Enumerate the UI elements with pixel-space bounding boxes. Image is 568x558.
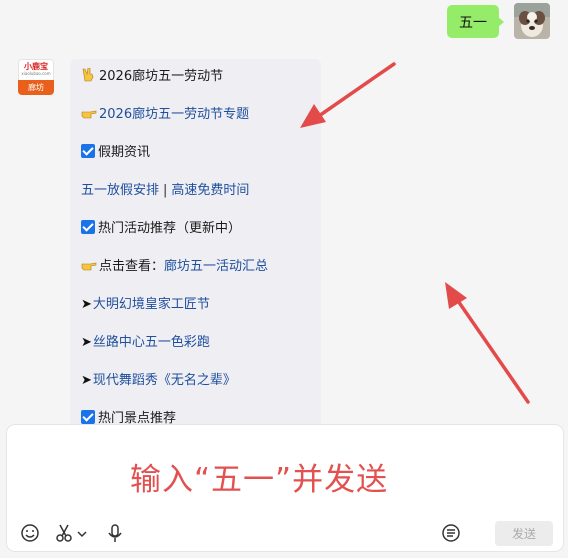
bot-avatar-site: xiaolubao.com xyxy=(21,71,51,76)
send-button[interactable]: 发送 xyxy=(495,521,553,546)
checkbox-icon xyxy=(81,144,95,158)
click-view-prefix: 点击查看： xyxy=(99,259,165,274)
bot-avatar[interactable]: 小鹿宝 xiaolubao.com 廊坊 xyxy=(18,59,54,95)
hot-spots-text: 热门景点推荐 xyxy=(98,411,177,426)
arrow-bullet-icon: ➤ xyxy=(81,297,92,312)
topic-link[interactable]: 2026廊坊五一劳动节专题 xyxy=(99,107,249,122)
activity-link-1[interactable]: 大明幻境皇家工匠节 xyxy=(93,297,210,312)
msg-hot-activities-line: 热门活动推荐（更新中） xyxy=(81,219,241,239)
link-separator: | xyxy=(163,183,168,198)
checkbox-icon xyxy=(81,220,95,234)
pointing-hand-icon xyxy=(81,262,97,271)
msg-click-view-line: 点击查看：廊坊五一活动汇总 xyxy=(81,257,268,277)
chevron-down-icon[interactable] xyxy=(75,522,89,544)
bot-message-bubble: 2026廊坊五一劳动节 2026廊坊五一劳动节专题 假期资讯 五一放假安排 | 高速… xyxy=(70,59,321,439)
msg-links-line: 五一放假安排 | 高速免费时间 xyxy=(81,181,249,201)
victory-hand-icon xyxy=(82,68,94,82)
holiday-schedule-link[interactable]: 五一放假安排 xyxy=(81,183,159,198)
user-avatar[interactable] xyxy=(514,3,550,39)
bot-avatar-city: 廊坊 xyxy=(18,80,54,95)
activities-summary-link[interactable]: 廊坊五一活动汇总 xyxy=(164,259,268,274)
scissors-icon[interactable] xyxy=(53,522,75,544)
hot-activities-text: 热门活动推荐（更新中） xyxy=(98,221,242,236)
msg-title-line: 2026廊坊五一劳动节 xyxy=(81,67,223,87)
arrow-bullet-icon: ➤ xyxy=(81,335,92,350)
bot-avatar-logo: 小鹿宝 xiaolubao.com xyxy=(18,59,54,79)
bot-avatar-brand: 小鹿宝 xyxy=(24,62,48,71)
arrow-annotation-bottom xyxy=(445,282,530,404)
msg-topic-line: 2026廊坊五一劳动节专题 xyxy=(81,105,249,125)
pointing-hand-icon xyxy=(81,110,97,119)
highway-free-link[interactable]: 高速免费时间 xyxy=(171,183,249,198)
activity-link-3[interactable]: 现代舞蹈秀《无名之辈》 xyxy=(93,373,236,388)
microphone-icon[interactable] xyxy=(104,522,126,544)
msg-title: 2026廊坊五一劳动节 xyxy=(99,69,224,84)
arrow-bullet-icon: ➤ xyxy=(81,373,92,388)
msg-item-3-line: ➤现代舞蹈秀《无名之辈》 xyxy=(81,371,236,391)
dog-photo-icon xyxy=(514,3,550,39)
activity-link-2[interactable]: 丝路中心五一色彩跑 xyxy=(93,335,210,350)
holiday-news-text: 假期资讯 xyxy=(98,145,151,160)
msg-item-2-line: ➤丝路中心五一色彩跑 xyxy=(81,333,210,353)
msg-item-1-line: ➤大明幻境皇家工匠节 xyxy=(81,295,210,315)
user-message-text: 五一 xyxy=(459,14,487,31)
message-composer[interactable]: 输入“五一”并发送 发送 xyxy=(7,425,563,551)
user-message-bubble: 五一 xyxy=(447,5,504,38)
checkbox-icon xyxy=(81,410,95,424)
composer-instruction: 输入“五一”并发送 xyxy=(130,462,389,498)
emoji-icon[interactable] xyxy=(19,522,41,544)
msg-holiday-news-line: 假期资讯 xyxy=(81,143,150,163)
history-icon[interactable] xyxy=(440,522,462,544)
